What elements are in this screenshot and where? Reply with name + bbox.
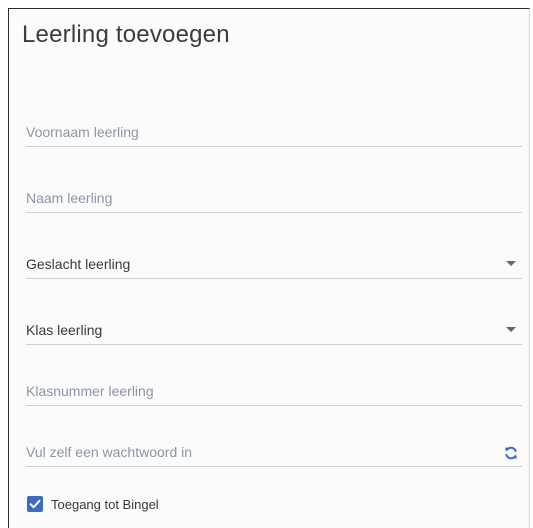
gender-select[interactable]: Geslacht leerling [26, 249, 522, 279]
bingel-access-label[interactable]: Toegang tot Bingel [51, 497, 159, 512]
first-name-placeholder: Voornaam leerling [26, 124, 139, 140]
gender-select-label: Geslacht leerling [26, 256, 131, 272]
class-number-placeholder: Klasnummer leerling [26, 383, 154, 399]
caret-down-icon [506, 327, 516, 332]
add-student-dialog: Leerling toevoegen Voornaam leerling Naa… [8, 8, 530, 528]
caret-down-icon [506, 261, 516, 266]
password-placeholder: Vul zelf een wachtwoord in [26, 444, 193, 460]
refresh-icon[interactable] [503, 445, 519, 461]
class-select[interactable]: Klas leerling [26, 315, 522, 345]
bingel-access-checkbox[interactable] [27, 496, 43, 512]
last-name-placeholder: Naam leerling [26, 190, 113, 206]
password-field[interactable]: Vul zelf een wachtwoord in [26, 437, 522, 467]
class-number-field[interactable]: Klasnummer leerling [26, 376, 522, 406]
class-select-label: Klas leerling [26, 322, 103, 338]
last-name-field[interactable]: Naam leerling [26, 183, 522, 213]
first-name-field[interactable]: Voornaam leerling [26, 117, 522, 147]
dialog-title: Leerling toevoegen [22, 21, 230, 48]
